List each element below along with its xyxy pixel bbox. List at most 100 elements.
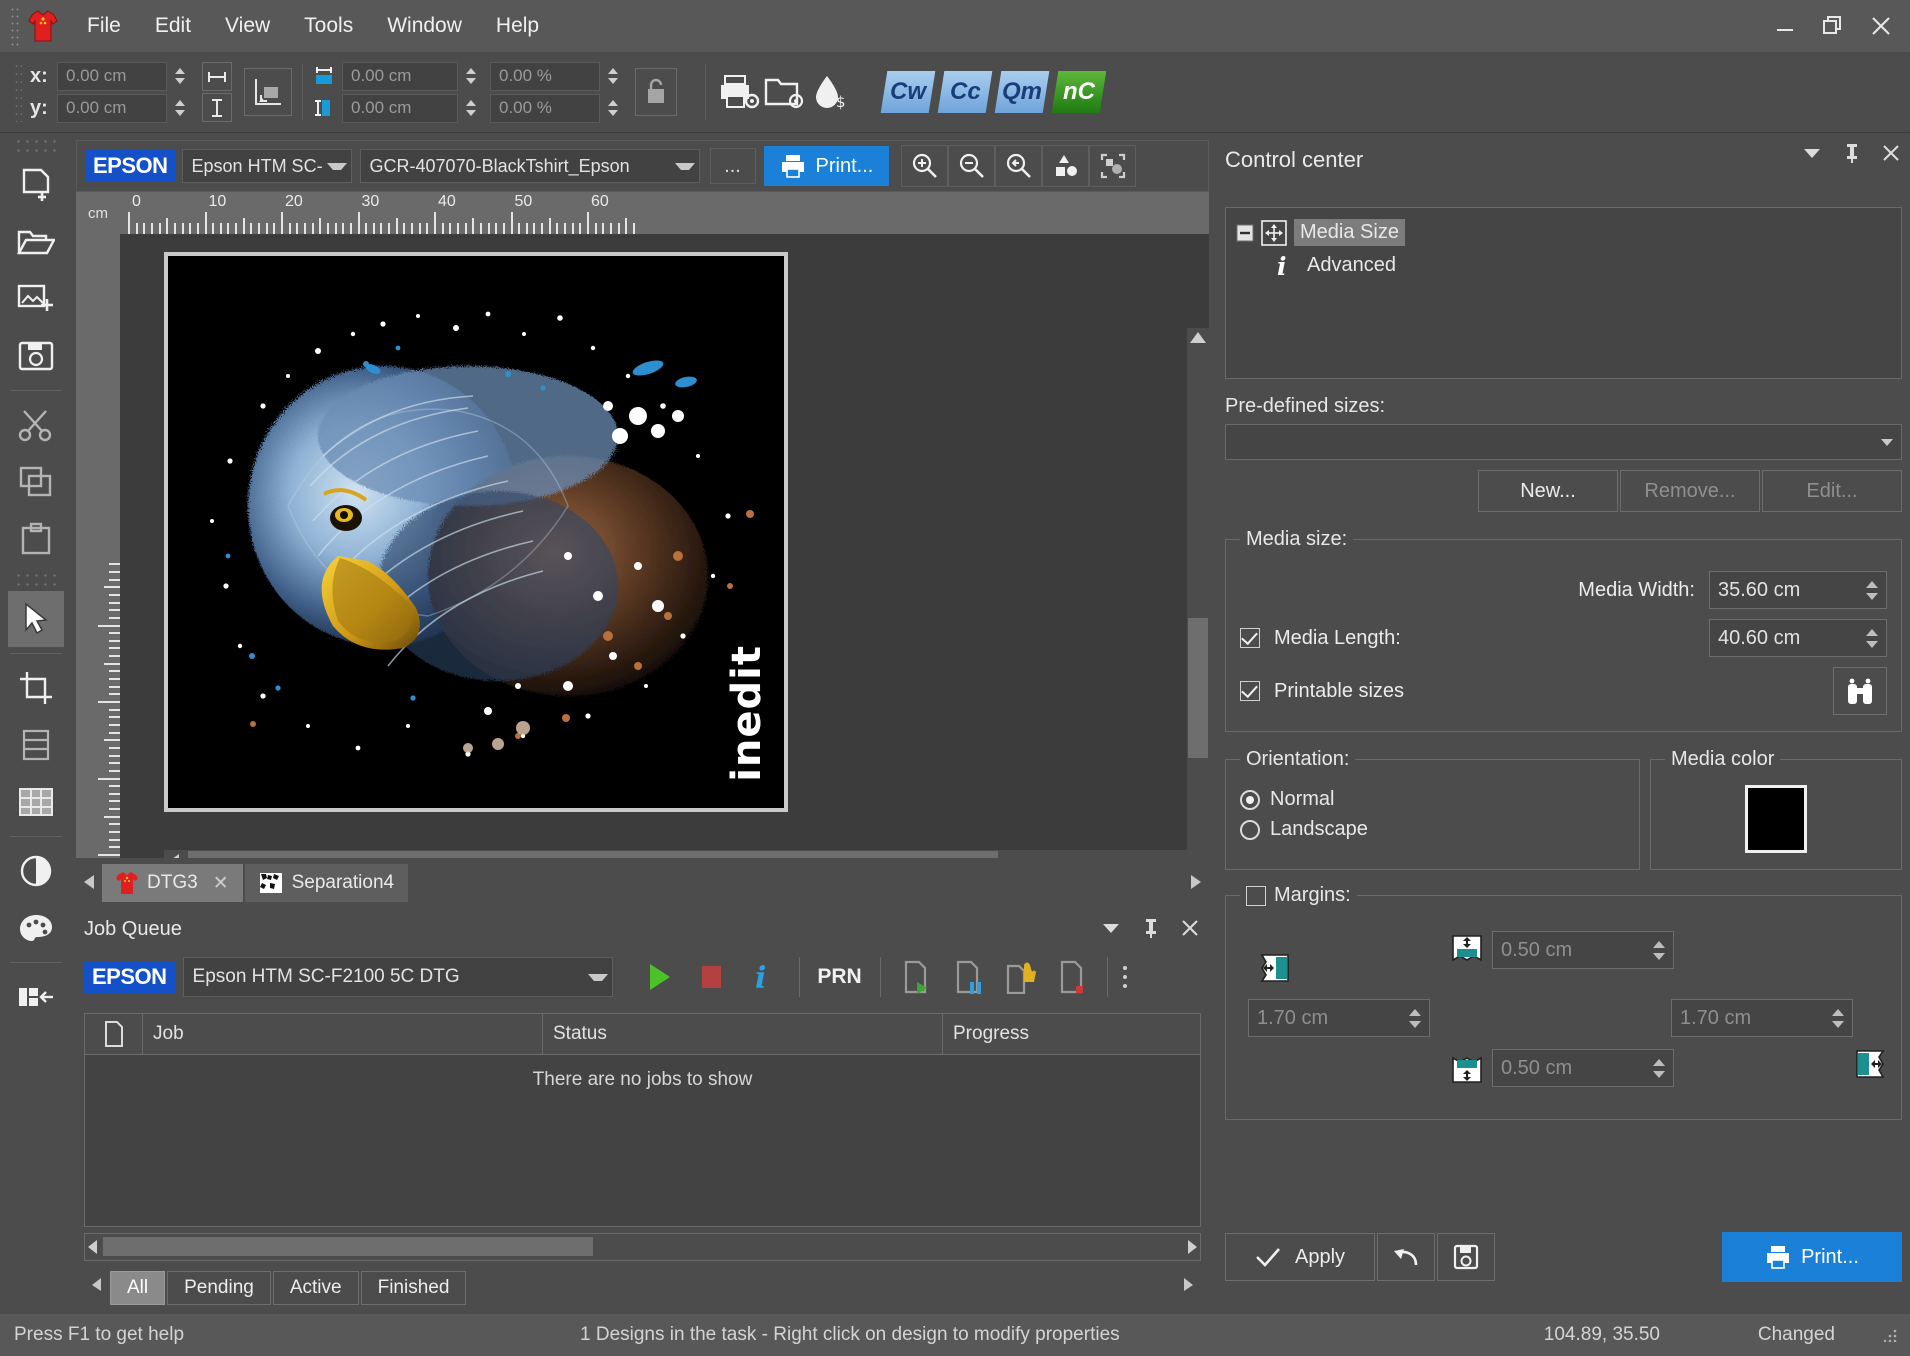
queue-printer-select[interactable]: Epson HTM SC-F2100 5C DTG [182,957,613,997]
margin-top-input[interactable]: 0.50 cm [1492,931,1674,969]
menu-help[interactable]: Help [479,8,556,44]
horizontal-size-icon[interactable] [202,62,232,91]
height-stepper[interactable] [463,94,479,123]
vertical-size-icon[interactable] [202,93,232,122]
job-hold-icon[interactable] [995,953,1047,1001]
column-header-icon[interactable] [85,1014,143,1054]
info-icon[interactable]: i [737,953,789,1001]
fit-selection-icon[interactable] [1089,145,1137,187]
tree-item-media-size[interactable]: Media Size [1236,216,1891,249]
margin-right-input[interactable]: 1.70 cm [1671,999,1853,1037]
pin-icon[interactable] [1844,143,1860,163]
height-input[interactable]: 0.00 cm [342,93,458,123]
job-start-icon[interactable] [891,953,943,1001]
undo-button[interactable] [1377,1233,1435,1281]
margin-bottom-input[interactable]: 0.50 cm [1492,1049,1674,1087]
scroll-up-arrow[interactable] [1190,332,1206,343]
orientation-option-normal[interactable]: Normal [1240,788,1625,811]
height-percent-input[interactable]: 0.00 % [490,93,600,123]
import-image-icon[interactable] [8,271,64,327]
media-length-input[interactable]: 40.60 cm [1709,619,1887,657]
menu-edit[interactable]: Edit [138,8,208,44]
close-icon[interactable] [1882,144,1900,162]
open-folder-icon[interactable] [8,214,64,270]
paste-clipboard-icon[interactable] [8,511,64,567]
pin-icon[interactable] [1143,918,1159,938]
orientation-landscape-radio[interactable] [1240,819,1260,840]
restore-icon[interactable] [1822,15,1844,37]
vscroll-thumb[interactable] [1188,618,1208,758]
printable-sizes-checkbox[interactable] [1240,681,1260,701]
job-folder-icon[interactable] [762,69,808,115]
menu-file[interactable]: File [70,8,138,44]
grid-hscroll-thumb[interactable] [103,1237,593,1256]
job-tab-all[interactable]: All [110,1271,166,1305]
printer-settings-icon[interactable] [716,69,762,115]
panel-collapse-icon[interactable] [8,969,64,1025]
print-button-toolbar[interactable]: Print... [763,146,890,186]
artboard[interactable]: inedit [164,252,788,812]
job-delete-icon[interactable] [1047,953,1099,1001]
chevron-down-icon[interactable] [1802,146,1822,160]
margin-right-stepper[interactable] [1832,1008,1844,1028]
cut-scissors-icon[interactable] [8,397,64,453]
profile-select[interactable]: GCR-407070-BlackTshirt_Epson [359,149,700,183]
doc-tab-dtg3[interactable]: DTG3 ✕ [102,864,243,902]
grid-table-icon[interactable] [8,774,64,830]
binoculars-icon[interactable] [1833,667,1887,715]
doc-tab-separation4[interactable]: Separation4 [244,864,409,902]
margin-left-input[interactable]: 1.70 cm [1248,999,1430,1037]
filter-scroll-right-icon[interactable] [1175,1265,1201,1305]
close-icon[interactable] [1870,15,1892,37]
width-input[interactable]: 0.00 cm [342,61,458,91]
media-length-stepper[interactable] [1866,628,1878,648]
tree-item-advanced[interactable]: i Advanced [1236,249,1891,282]
margin-top-stepper[interactable] [1653,940,1665,960]
job-pause-icon[interactable] [943,953,995,1001]
media-width-stepper[interactable] [1866,580,1878,600]
width-percent-input[interactable]: 0.00 % [490,61,600,91]
job-tab-active[interactable]: Active [272,1271,359,1305]
column-header-status[interactable]: Status [543,1014,943,1054]
width-stepper[interactable] [463,62,479,91]
select-arrow-icon[interactable] [8,591,64,647]
margin-left-stepper[interactable] [1409,1008,1421,1028]
badge-qm[interactable]: Qm [994,71,1050,113]
resize-grip-icon[interactable] [1884,1328,1898,1342]
lock-aspect-icon[interactable] [635,68,677,116]
close-icon[interactable]: ✕ [213,872,229,895]
grid-scroll-right-arrow[interactable] [1188,1240,1197,1254]
height-percent-stepper[interactable] [605,94,621,123]
margin-bottom-stepper[interactable] [1653,1058,1665,1078]
crop-icon[interactable] [8,660,64,716]
minimize-icon[interactable] [1774,15,1796,37]
job-tab-finished[interactable]: Finished [360,1271,467,1305]
column-header-progress[interactable]: Progress [943,1014,1200,1054]
optionsbar-grip[interactable] [14,62,22,122]
media-length-checkbox[interactable] [1240,628,1260,648]
zoom-in-icon[interactable] [901,145,949,187]
print-button-controlcenter[interactable]: Print... [1722,1232,1902,1282]
edit-size-button[interactable]: Edit... [1762,470,1902,512]
menu-view[interactable]: View [208,8,287,44]
prn-label[interactable]: PRN [810,953,870,1001]
column-header-job[interactable]: Job [143,1014,543,1054]
design-canvas[interactable]: inedit [120,234,1209,872]
expander-minus-icon[interactable] [1236,224,1254,242]
stop-icon[interactable] [685,953,737,1001]
save-image-icon[interactable] [8,328,64,384]
grid-scroll-left-arrow[interactable] [88,1240,97,1254]
tabs-scroll-left-icon[interactable] [76,862,102,902]
remove-size-button[interactable]: Remove... [1620,470,1760,512]
filter-scroll-left-icon[interactable] [84,1265,110,1305]
menu-tools[interactable]: Tools [287,8,370,44]
save-button[interactable] [1437,1233,1495,1281]
ink-drop-icon[interactable]: $ [808,69,854,115]
apply-button[interactable]: Apply [1225,1233,1375,1281]
more-options-button[interactable]: ... [709,148,756,184]
badge-cw[interactable]: Cw [880,71,936,113]
anchor-icon[interactable] [244,68,292,116]
media-color-swatch[interactable] [1745,785,1807,853]
y-input[interactable]: 0.00 cm [57,93,167,123]
titlebar-grip[interactable] [10,6,20,46]
